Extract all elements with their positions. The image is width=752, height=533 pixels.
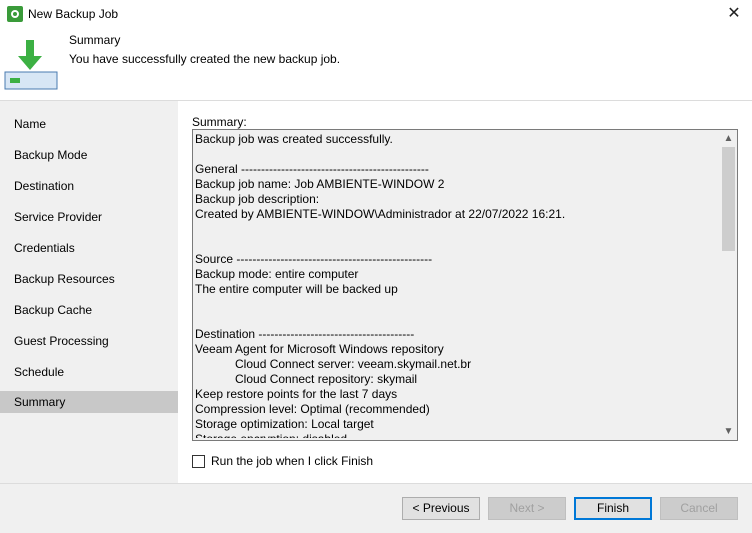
wizard-footer: < Previous Next > Finish Cancel — [0, 483, 752, 533]
wizard-header: Summary You have successfully created th… — [0, 28, 752, 100]
veeam-app-icon — [7, 6, 23, 22]
previous-button[interactable]: < Previous — [402, 497, 480, 520]
title-bar: New Backup Job ✕ — [0, 0, 752, 28]
footer-divider — [0, 483, 752, 484]
page-subtitle: You have successfully created the new ba… — [69, 52, 341, 66]
window-title: New Backup Job — [28, 7, 119, 21]
sidebar-item-backup-cache[interactable]: Backup Cache — [0, 299, 178, 321]
scroll-down-arrow-icon[interactable]: ▼ — [720, 423, 737, 440]
sidebar-item-summary[interactable]: Summary — [0, 391, 178, 413]
sidebar-item-schedule[interactable]: Schedule — [0, 361, 178, 383]
summary-label: Summary: — [192, 115, 247, 129]
sidebar-item-guest-processing[interactable]: Guest Processing — [0, 330, 178, 352]
wizard-steps-sidebar: Name Backup Mode Destination Service Pro… — [0, 101, 178, 483]
run-job-checkbox-label[interactable]: Run the job when I click Finish — [211, 454, 373, 468]
sidebar-item-credentials[interactable]: Credentials — [0, 237, 178, 259]
summary-panel: Summary: Backup job was created successf… — [178, 101, 752, 483]
cancel-button[interactable]: Cancel — [660, 497, 738, 520]
sidebar-item-name[interactable]: Name — [0, 113, 178, 135]
sidebar-item-backup-mode[interactable]: Backup Mode — [0, 144, 178, 166]
sidebar-item-backup-resources[interactable]: Backup Resources — [0, 268, 178, 290]
scroll-up-arrow-icon[interactable]: ▲ — [720, 130, 737, 147]
sidebar-item-destination[interactable]: Destination — [0, 175, 178, 197]
summary-textbox[interactable]: Backup job was created successfully. Gen… — [192, 129, 738, 441]
next-button[interactable]: Next > — [488, 497, 566, 520]
run-job-checkbox[interactable] — [192, 455, 205, 468]
summary-scrollbar[interactable]: ▲ ▼ — [720, 130, 737, 440]
download-arrow-icon — [4, 40, 58, 90]
page-title: Summary — [69, 33, 121, 47]
scroll-thumb[interactable] — [722, 147, 735, 251]
finish-button[interactable]: Finish — [574, 497, 652, 520]
sidebar-item-service-provider[interactable]: Service Provider — [0, 206, 178, 228]
close-button[interactable]: ✕ — [716, 0, 752, 28]
summary-text: Backup job was created successfully. Gen… — [195, 132, 566, 438]
